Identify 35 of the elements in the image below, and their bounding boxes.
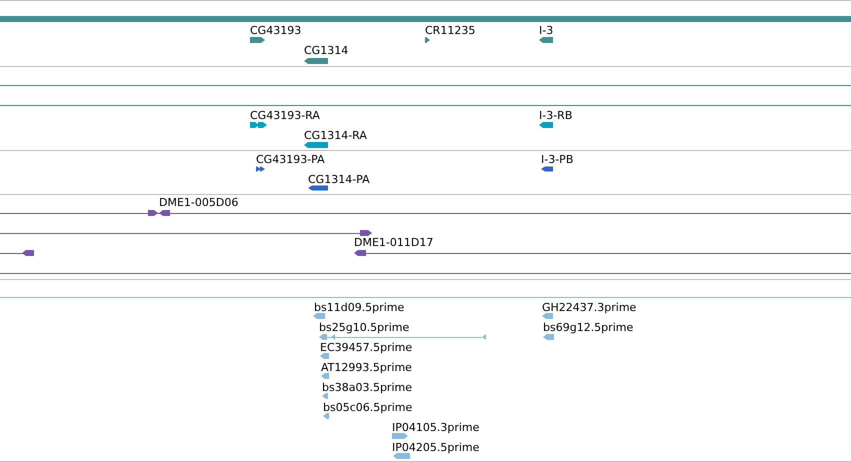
feature-label: IP04205.5prime: [392, 441, 480, 454]
feature-label: bs11d09.5prime: [314, 301, 404, 314]
feature-label: EC39457.5prime: [320, 341, 412, 354]
feature-glyph[interactable]: [304, 58, 328, 64]
feature-label: I-3-PB: [541, 153, 574, 166]
feature-label: GH22437.3prime: [542, 301, 636, 314]
feature-glyph[interactable]: [541, 166, 553, 172]
feature-label: bs05c06.5prime: [323, 401, 412, 414]
feature-label: bs25g10.5prime: [319, 321, 410, 334]
feature-glyph[interactable]: [148, 210, 170, 216]
feature-label: I-3-RB: [539, 109, 572, 122]
feature-label: AT12993.5prime: [321, 361, 412, 374]
read-pair-drawing: [0, 250, 34, 256]
feature-label: bs38a03.5prime: [322, 381, 412, 394]
feature-label: CG1314: [304, 44, 348, 57]
feature-glyph[interactable]: [304, 142, 328, 148]
feature-glyph[interactable]: [256, 166, 265, 172]
feature-glyph[interactable]: [539, 37, 553, 43]
feature-glyph[interactable]: [308, 186, 328, 190]
feature-label: DME1-011D17: [354, 236, 434, 249]
feature-glyph[interactable]: [250, 122, 267, 128]
feature-glyph[interactable]: [425, 37, 430, 43]
feature-label: bs69g12.5prime: [543, 321, 634, 334]
feature-label: CG43193: [250, 24, 302, 37]
feature-label: CR11235: [425, 24, 476, 37]
feature-label: CG43193-PA: [256, 153, 325, 166]
feature-label: CG1314-RA: [304, 129, 367, 142]
feature-label: DME1-005D06: [159, 196, 238, 209]
feature-glyph[interactable]: [354, 250, 366, 256]
feature-label: I-3: [539, 24, 554, 37]
feature-glyph[interactable]: [250, 37, 265, 43]
feature-glyph[interactable]: [539, 122, 553, 128]
feature-label: CG1314-PA: [308, 173, 370, 186]
feature-label: IP04105.3prime: [392, 421, 480, 434]
feature-label: CG43193-RA: [250, 109, 320, 122]
